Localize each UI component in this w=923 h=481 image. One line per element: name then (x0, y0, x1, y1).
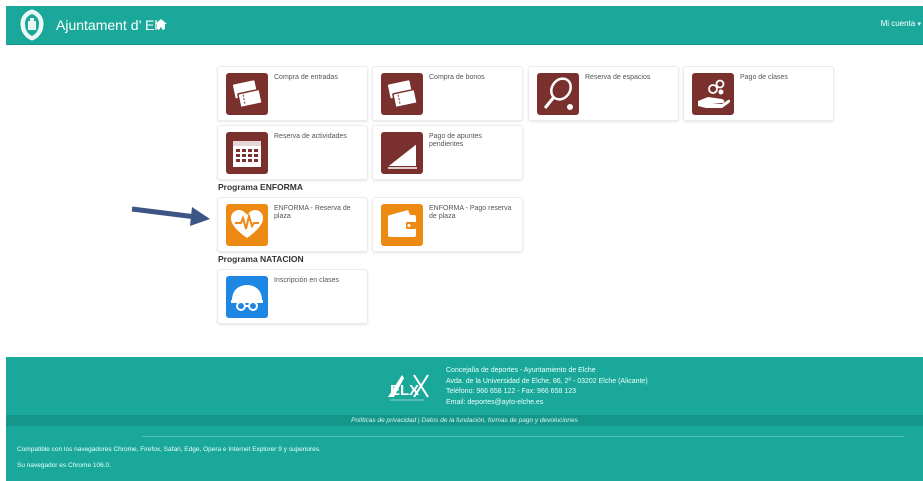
footer-email[interactable]: Email: deportes@ayto-elche.es (446, 398, 648, 409)
footer-info-line: Avda. de la Universidad de Elche, 86, 2º… (446, 377, 648, 385)
tile-pago-apuntes[interactable]: Pago de apuntes pendientes (372, 125, 523, 180)
tile-label: Reserva de actividades (274, 133, 347, 140)
city-crest-logo[interactable] (18, 9, 46, 41)
elx-logo: ELX (388, 374, 429, 401)
footer-divider (142, 436, 904, 437)
chart-ramp-icon (381, 132, 423, 174)
hand-coins-icon (692, 73, 734, 115)
tile-label: Pago de clases (740, 74, 788, 81)
tile-reserva-espacios[interactable]: Reserva de espacios (528, 66, 679, 121)
tile-label: Pago de apuntes pendientes (429, 133, 482, 148)
tile-enforma-reserva[interactable]: ENFORMA - Reserva de plaza (217, 197, 368, 252)
footer-compatibility-note: Compatible con los navegadores Chrome, F… (17, 446, 321, 453)
home-icon[interactable] (154, 17, 168, 31)
footer-contact-info: Concejalía de deportes - Ayuntamiento de… (446, 366, 648, 408)
tile-compra-bonos[interactable]: Compra de bonos (372, 66, 523, 121)
tile-label: Compra de bonos (429, 74, 485, 81)
tile-compra-entradas[interactable]: Compra de entradas (217, 66, 368, 121)
tickets-icon (381, 73, 423, 115)
section-title-natacion: Programa NATACION (218, 254, 304, 264)
footer-links[interactable]: Políticas de privacidad | Datos de la fu… (6, 415, 923, 426)
tickets-icon (226, 73, 268, 115)
tile-reserva-actividades[interactable]: Reserva de actividades (217, 125, 368, 180)
footer-browser-version: Su navegador es Chrome 106.0. (17, 462, 111, 469)
tile-label: ENFORMA - Reserva de plaza (274, 205, 351, 220)
tile-label: ENFORMA - Pago reserva de plaza (429, 205, 512, 220)
footer-info-line: Concejalía de deportes - Ayuntamiento de… (446, 367, 596, 374)
pointer-arrow (131, 206, 210, 226)
heart-pulse-icon (226, 204, 268, 246)
site-footer: ELX Concejalía de deportes - Ayuntamient… (6, 357, 923, 481)
brand-title[interactable]: Ajuntament d’ Elx (56, 17, 164, 33)
tile-label: Reserva de espacios (585, 74, 651, 81)
footer-info-line: Teléfono: 966 658 122 - Fax: 966 658 123 (446, 388, 576, 395)
section-title-enforma: Programa ENFORMA (218, 182, 304, 192)
tile-inscripcion-clases[interactable]: Inscripción en clases (217, 269, 368, 324)
tennis-racket-icon (537, 73, 579, 115)
my-account-label: Mi cuenta (880, 19, 916, 28)
my-account-menu[interactable]: Mi cuenta ▾ (881, 19, 921, 28)
top-navbar: Ajuntament d’ Elx Mi cuenta ▾ (6, 6, 923, 45)
tile-pago-clases[interactable]: Pago de clases (683, 66, 834, 121)
wallet-icon (381, 204, 423, 246)
calendar-icon (226, 132, 268, 174)
swim-cap-icon (226, 276, 268, 318)
tile-label: Inscripción en clases (274, 277, 339, 284)
tile-enforma-pago[interactable]: ENFORMA - Pago reserva de plaza (372, 197, 523, 252)
caret-down-icon: ▾ (917, 21, 921, 28)
tile-label: Compra de entradas (274, 74, 338, 81)
